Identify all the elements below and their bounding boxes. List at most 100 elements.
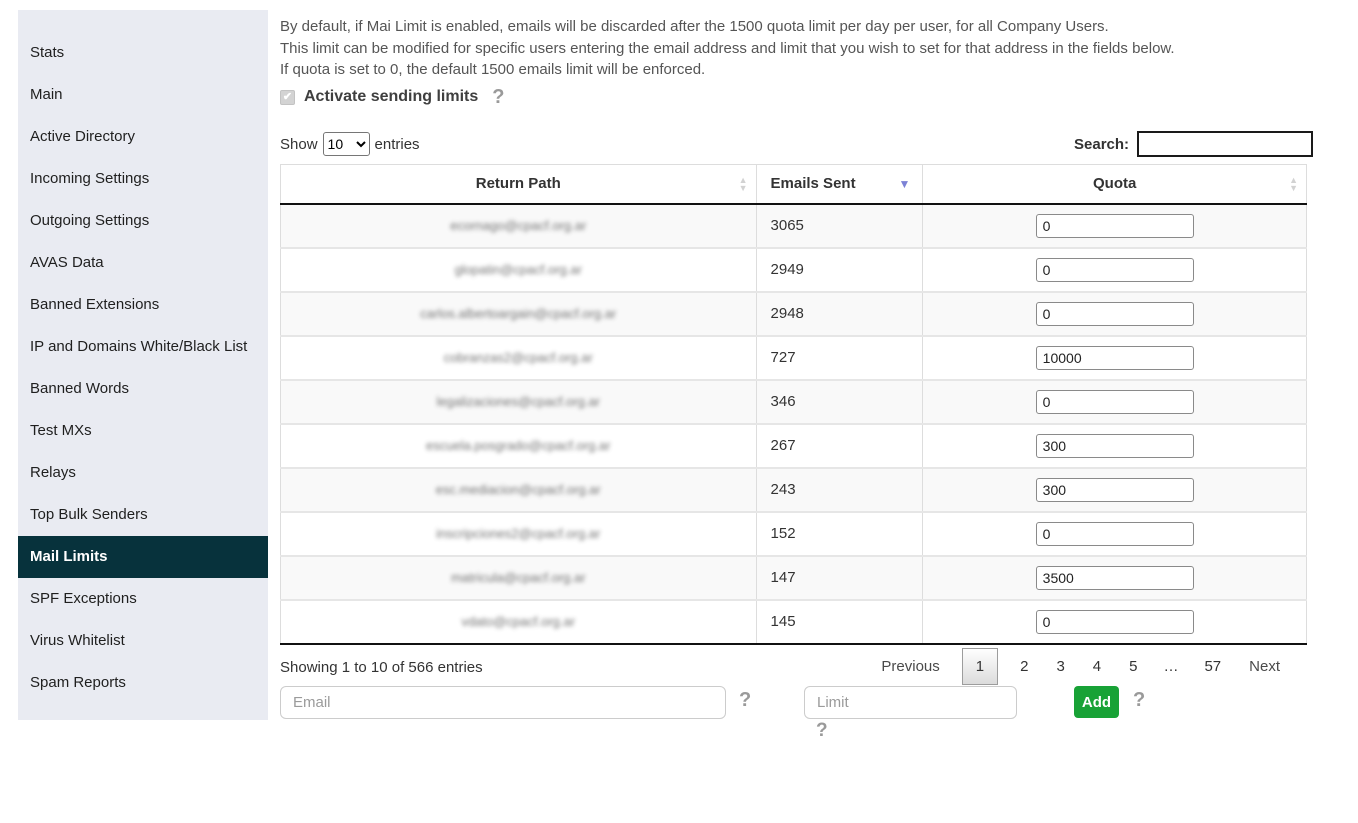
return-path-cell: esc.mediacion@cpacf.org.ar — [280, 467, 757, 513]
table-row: glopatin@cpacf.org.ar 2949 — [280, 247, 1307, 293]
add-button[interactable]: Add — [1074, 686, 1119, 718]
quota-input[interactable] — [1035, 521, 1194, 546]
pagination-page-57[interactable]: 57 — [1190, 658, 1235, 675]
table-row: carlos.albertoargain@cpacf.org.ar 2948 — [280, 291, 1307, 337]
pagination-page-3[interactable]: 3 — [1042, 658, 1078, 675]
intro-line-1: By default, if Mai Limit is enabled, ema… — [280, 18, 1109, 35]
return-path-cell: inscripciones2@cpacf.org.ar — [280, 511, 757, 557]
sidebar-item-incoming-settings[interactable]: Incoming Settings — [18, 158, 268, 200]
intro-line-3: If quota is set to 0, the default 1500 e… — [280, 61, 706, 78]
column-header-emails-sent[interactable]: Emails Sent ▼ — [756, 164, 924, 205]
search-input[interactable] — [1137, 131, 1314, 157]
return-path-cell: escuela.posgrado@cpacf.org.ar — [280, 423, 757, 469]
search-control: Search: — [1074, 131, 1314, 157]
quota-input[interactable] — [1035, 345, 1194, 370]
limit-field[interactable] — [804, 686, 1017, 719]
email-field[interactable] — [280, 686, 726, 719]
return-path-cell: ecornago@cpacf.org.ar — [280, 203, 757, 249]
sidebar-item-virus-whitelist[interactable]: Virus Whitelist — [18, 620, 268, 662]
sidebar-item-banned-words[interactable]: Banned Words — [18, 368, 268, 410]
quota-cell — [922, 599, 1307, 645]
sidebar-item-top-bulk-senders[interactable]: Top Bulk Senders — [18, 494, 268, 536]
sidebar-item-spam-reports[interactable]: Spam Reports — [18, 662, 268, 704]
add-help-icon[interactable]: ? — [1133, 690, 1145, 710]
table-row: esc.mediacion@cpacf.org.ar 243 — [280, 467, 1307, 513]
column-header-quota[interactable]: Quota ▲ ▼ — [922, 164, 1307, 205]
sidebar-item-main[interactable]: Main — [18, 74, 268, 116]
pagination-previous[interactable]: Previous — [867, 658, 953, 675]
emails-sent-cell: 2949 — [756, 247, 924, 293]
page-size-select[interactable]: 10 — [322, 132, 370, 156]
return-path-email: cobranzas2@cpacf.org.ar — [443, 350, 593, 365]
intro-text: By default, if Mai Limit is enabled, ema… — [280, 16, 1175, 81]
sidebar-item-outgoing-settings[interactable]: Outgoing Settings — [18, 200, 268, 242]
sidebar-item-active-directory[interactable]: Active Directory — [18, 116, 268, 158]
activate-sending-limits-row: ✔ Activate sending limits ? — [280, 87, 504, 107]
return-path-header-label: Return Path — [475, 175, 561, 193]
quota-cell — [922, 467, 1307, 513]
quota-cell — [922, 379, 1307, 425]
emails-sent-cell: 243 — [756, 467, 924, 513]
pagination-page-5[interactable]: 5 — [1115, 658, 1151, 675]
emails-sent-cell: 152 — [756, 511, 924, 557]
return-path-cell: legalizaciones@cpacf.org.ar — [280, 379, 757, 425]
email-help-icon[interactable]: ? — [739, 690, 751, 710]
return-path-email: glopatin@cpacf.org.ar — [454, 262, 582, 277]
showing-entries-text: Showing 1 to 10 of 566 entries — [280, 659, 483, 676]
return-path-email: esc.mediacion@cpacf.org.ar — [435, 482, 601, 497]
sort-desc-icon: ▼ — [898, 176, 911, 191]
sidebar-item-relays[interactable]: Relays — [18, 452, 268, 494]
activate-help-icon[interactable]: ? — [492, 87, 504, 107]
sidebar-item-spf-exceptions[interactable]: SPF Exceptions — [18, 578, 268, 620]
emails-sent-cell: 145 — [756, 599, 924, 645]
pagination-page-2[interactable]: 2 — [1006, 658, 1042, 675]
pagination-page-1[interactable]: 1 — [961, 648, 999, 685]
quota-input[interactable] — [1035, 301, 1194, 326]
quota-input[interactable] — [1035, 433, 1194, 458]
sidebar-item-stats[interactable]: Stats — [18, 32, 268, 74]
table-row: ecornago@cpacf.org.ar 3065 — [280, 203, 1307, 249]
table-body: ecornago@cpacf.org.ar3065glopatin@cpacf.… — [280, 203, 1307, 645]
mail-limits-table: Return Path ▲ ▼ Emails Sent ▼ Quota ▲ ▼ — [280, 164, 1307, 645]
sidebar-item-ip-and-domains-white-black-list[interactable]: IP and Domains White/Black List — [18, 326, 268, 368]
pagination-ellipsis: … — [1163, 658, 1179, 675]
return-path-email: inscripciones2@cpacf.org.ar — [436, 526, 601, 541]
quota-input[interactable] — [1035, 477, 1194, 502]
quota-cell — [922, 291, 1307, 337]
column-header-return-path[interactable]: Return Path ▲ ▼ — [280, 164, 757, 205]
activate-checkbox[interactable]: ✔ — [280, 89, 295, 105]
table-row: vdato@cpacf.org.ar 145 — [280, 599, 1307, 645]
return-path-cell: glopatin@cpacf.org.ar — [280, 247, 757, 293]
sidebar-item-test-mxs[interactable]: Test MXs — [18, 410, 268, 452]
pagination-page-4[interactable]: 4 — [1079, 658, 1115, 675]
show-label: Show — [280, 135, 318, 153]
quota-cell — [922, 247, 1307, 293]
quota-input[interactable] — [1035, 213, 1194, 238]
return-path-email: matricula@cpacf.org.ar — [450, 570, 586, 585]
quota-cell — [922, 335, 1307, 381]
return-path-email: carlos.albertoargain@cpacf.org.ar — [420, 306, 617, 321]
sidebar-nav: Stats Main Active Directory Incoming Settin… — [18, 10, 268, 720]
pagination-next[interactable]: Next — [1235, 658, 1294, 675]
return-path-cell: carlos.albertoargain@cpacf.org.ar — [280, 291, 757, 337]
sidebar-item-banned-extensions[interactable]: Banned Extensions — [18, 284, 268, 326]
table-row: inscripciones2@cpacf.org.ar 152 — [280, 511, 1307, 557]
quota-cell — [922, 511, 1307, 557]
add-limit-form: ? ? Add ? — [280, 686, 1310, 746]
sidebar-item-avas-data[interactable]: AVAS Data — [18, 242, 268, 284]
table-header: Return Path ▲ ▼ Emails Sent ▼ Quota ▲ ▼ — [280, 164, 1307, 205]
limit-help-icon[interactable]: ? — [816, 721, 828, 741]
emails-sent-cell: 3065 — [756, 203, 924, 249]
return-path-email: ecornago@cpacf.org.ar — [450, 218, 587, 233]
emails-sent-cell: 147 — [756, 555, 924, 601]
quota-input[interactable] — [1035, 609, 1194, 634]
emails-sent-cell: 346 — [756, 379, 924, 425]
mail-limits-page: Stats Main Active Directory Incoming Settin… — [0, 0, 1358, 823]
quota-input[interactable] — [1035, 389, 1194, 414]
quota-header-label: Quota — [1093, 175, 1137, 193]
sidebar-item-mail-limits[interactable]: Mail Limits — [18, 536, 268, 578]
quota-input[interactable] — [1035, 257, 1194, 282]
table-row: legalizaciones@cpacf.org.ar 346 — [280, 379, 1307, 425]
return-path-email: escuela.posgrado@cpacf.org.ar — [426, 438, 611, 453]
quota-input[interactable] — [1035, 565, 1194, 590]
